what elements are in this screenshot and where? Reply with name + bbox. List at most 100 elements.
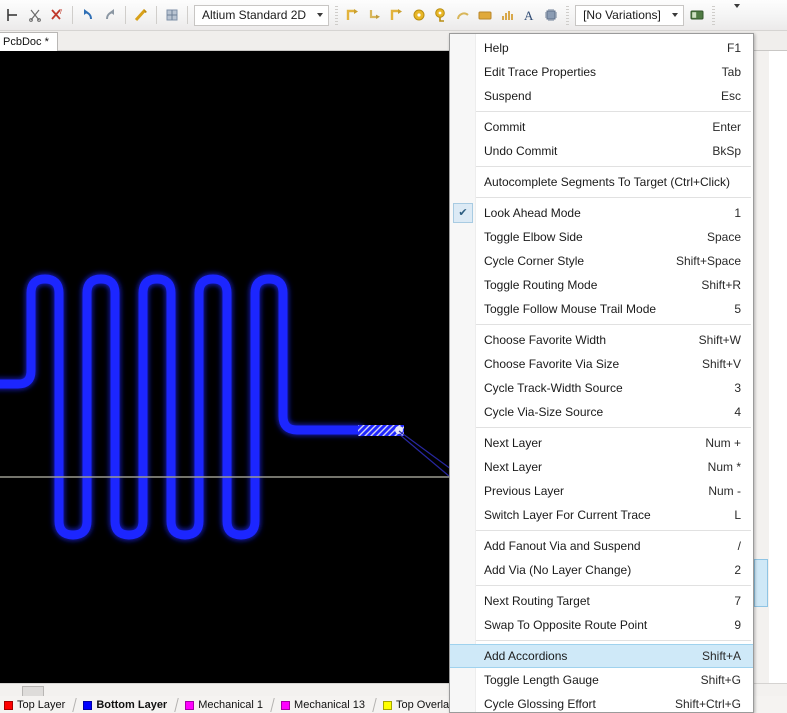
menu-item-add-via-no-layer-change[interactable]: Add Via (No Layer Change)2 (450, 558, 753, 582)
place-via-icon[interactable] (430, 4, 452, 26)
menu-item-next-routing-target[interactable]: Next Routing Target7 (450, 589, 753, 613)
menu-item-swap-to-opposite-route-point[interactable]: Swap To Opposite Route Point9 (450, 613, 753, 637)
toolbar-grip (566, 6, 569, 25)
place-track-icon[interactable] (342, 4, 364, 26)
menu-item-cycle-track-width-source[interactable]: Cycle Track-Width Source3 (450, 376, 753, 400)
layer-color-swatch (83, 701, 92, 710)
layer-tab-label: Mechanical 13 (294, 699, 365, 711)
layer-tab-divider (269, 697, 277, 713)
menu-item-previous-layer[interactable]: Previous LayerNum - (450, 479, 753, 503)
menu-item-shortcut: Num * (694, 460, 741, 474)
menu-item-shortcut: Shift+G (687, 673, 741, 687)
toolbar-grip (335, 6, 338, 25)
place-line-icon[interactable] (386, 4, 408, 26)
layer-tab-mechanical-1[interactable]: Mechanical 1 (181, 697, 269, 713)
document-tab-pcbdoc[interactable]: PcbDoc * (0, 32, 58, 51)
menu-item-shortcut: Shift+R (687, 278, 741, 292)
menu-item-next-layer[interactable]: Next LayerNum + (450, 431, 753, 455)
place-polygon-icon[interactable] (496, 4, 518, 26)
menu-item-list: HelpF1Edit Trace PropertiesTabSuspendEsc… (450, 36, 753, 713)
toolbar-separator (125, 6, 126, 24)
interactive-routing-context-menu[interactable]: HelpF1Edit Trace PropertiesTabSuspendEsc… (449, 33, 754, 713)
menu-item-label: Add Via (No Layer Change) (484, 563, 720, 577)
menu-item-commit[interactable]: CommitEnter (450, 115, 753, 139)
redo-icon[interactable] (99, 4, 121, 26)
undo-icon[interactable] (77, 4, 99, 26)
variant-manager-icon[interactable] (686, 4, 708, 26)
menu-item-add-fanout-via-and-suspend[interactable]: Add Fanout Via and Suspend/ (450, 534, 753, 558)
autoroute-icon[interactable] (161, 4, 183, 26)
chevron-down-icon[interactable] (312, 6, 328, 25)
place-arc-center-icon[interactable] (452, 4, 474, 26)
toolbar-separator (72, 6, 73, 24)
menu-item-shortcut: Shift+W (685, 333, 741, 347)
chevron-down-icon[interactable] (734, 8, 740, 22)
menu-item-undo-commit[interactable]: Undo CommitBkSp (450, 139, 753, 163)
menu-separator (476, 324, 751, 325)
menu-item-label: Next Routing Target (484, 594, 720, 608)
menu-item-next-layer[interactable]: Next LayerNum * (450, 455, 753, 479)
vertical-scroll-thumb[interactable] (754, 559, 768, 607)
menu-item-label: Toggle Follow Mouse Trail Mode (484, 302, 720, 316)
menu-item-shortcut: 4 (720, 405, 741, 419)
empty-combo[interactable] (719, 5, 787, 26)
interactive-routing-icon[interactable] (130, 4, 152, 26)
menu-item-label: Commit (484, 120, 698, 134)
menu-item-help[interactable]: HelpF1 (450, 36, 753, 60)
menu-item-edit-trace-properties[interactable]: Edit Trace PropertiesTab (450, 60, 753, 84)
main-toolbar: 7 Altium Standard 2D A [No Variations] (0, 0, 787, 31)
menu-item-label: Toggle Elbow Side (484, 230, 693, 244)
menu-item-toggle-routing-mode[interactable]: Toggle Routing ModeShift+R (450, 273, 753, 297)
align-left-icon[interactable] (2, 4, 24, 26)
menu-item-toggle-elbow-side[interactable]: Toggle Elbow SideSpace (450, 225, 753, 249)
menu-separator (476, 197, 751, 198)
menu-item-cycle-glossing-effort[interactable]: Cycle Glossing EffortShift+Ctrl+G (450, 692, 753, 713)
menu-item-shortcut: 3 (720, 381, 741, 395)
menu-item-shortcut: Space (693, 230, 741, 244)
place-fill-icon[interactable] (474, 4, 496, 26)
menu-item-label: Cycle Track-Width Source (484, 381, 720, 395)
menu-item-shortcut: 5 (720, 302, 741, 316)
menu-separator (476, 111, 751, 112)
menu-item-add-accordions[interactable]: Add AccordionsShift+A (450, 644, 753, 668)
view-configuration-combo[interactable]: Altium Standard 2D (194, 5, 329, 26)
layer-tab-mechanical-13[interactable]: Mechanical 13 (277, 697, 371, 713)
menu-item-label: Edit Trace Properties (484, 65, 708, 79)
menu-item-shortcut: Num - (694, 484, 741, 498)
menu-item-shortcut: 7 (720, 594, 741, 608)
menu-item-autocomplete-segments-to-target-ctrl-click[interactable]: Autocomplete Segments To Target (Ctrl+Cl… (450, 170, 753, 194)
variations-combo[interactable]: [No Variations] (575, 5, 684, 26)
layer-color-swatch (383, 701, 392, 710)
menu-item-label: Suspend (484, 89, 707, 103)
toolbar-separator (156, 6, 157, 24)
layer-tab-divider (173, 697, 181, 713)
menu-item-switch-layer-for-current-trace[interactable]: Switch Layer For Current TraceL (450, 503, 753, 527)
menu-item-toggle-length-gauge[interactable]: Toggle Length GaugeShift+G (450, 668, 753, 692)
menu-item-suspend[interactable]: SuspendEsc (450, 84, 753, 108)
menu-item-label: Swap To Opposite Route Point (484, 618, 720, 632)
layer-tab-divider (71, 697, 79, 713)
layer-tab-top-layer[interactable]: Top Layer (0, 697, 71, 713)
menu-item-toggle-follow-mouse-trail-mode[interactable]: Toggle Follow Mouse Trail Mode5 (450, 297, 753, 321)
canvas-right-filler (769, 51, 787, 691)
layer-tab-bottom-layer[interactable]: Bottom Layer (79, 697, 173, 713)
menu-item-shortcut: 1 (720, 206, 741, 220)
menu-item-label: Autocomplete Segments To Target (Ctrl+Cl… (484, 175, 730, 189)
scissors-cut-icon[interactable] (24, 4, 46, 26)
place-arc-icon[interactable] (364, 4, 386, 26)
place-string-icon[interactable]: A (518, 4, 540, 26)
layer-color-swatch (281, 701, 290, 710)
layer-tab-label: Mechanical 1 (198, 699, 263, 711)
menu-item-label: Choose Favorite Width (484, 333, 685, 347)
chevron-down-icon[interactable] (667, 6, 683, 25)
menu-item-label: Help (484, 41, 713, 55)
menu-item-cycle-via-size-source[interactable]: Cycle Via-Size Source4 (450, 400, 753, 424)
place-pad-icon[interactable] (408, 4, 430, 26)
menu-item-label: Cycle Corner Style (484, 254, 662, 268)
menu-item-choose-favorite-width[interactable]: Choose Favorite WidthShift+W (450, 328, 753, 352)
menu-item-look-ahead-mode[interactable]: ✔Look Ahead Mode1 (450, 201, 753, 225)
menu-item-cycle-corner-style[interactable]: Cycle Corner StyleShift+Space (450, 249, 753, 273)
menu-item-choose-favorite-via-size[interactable]: Choose Favorite Via SizeShift+V (450, 352, 753, 376)
place-component-icon[interactable] (540, 4, 562, 26)
delete-net-icon[interactable]: 7 (46, 4, 68, 26)
